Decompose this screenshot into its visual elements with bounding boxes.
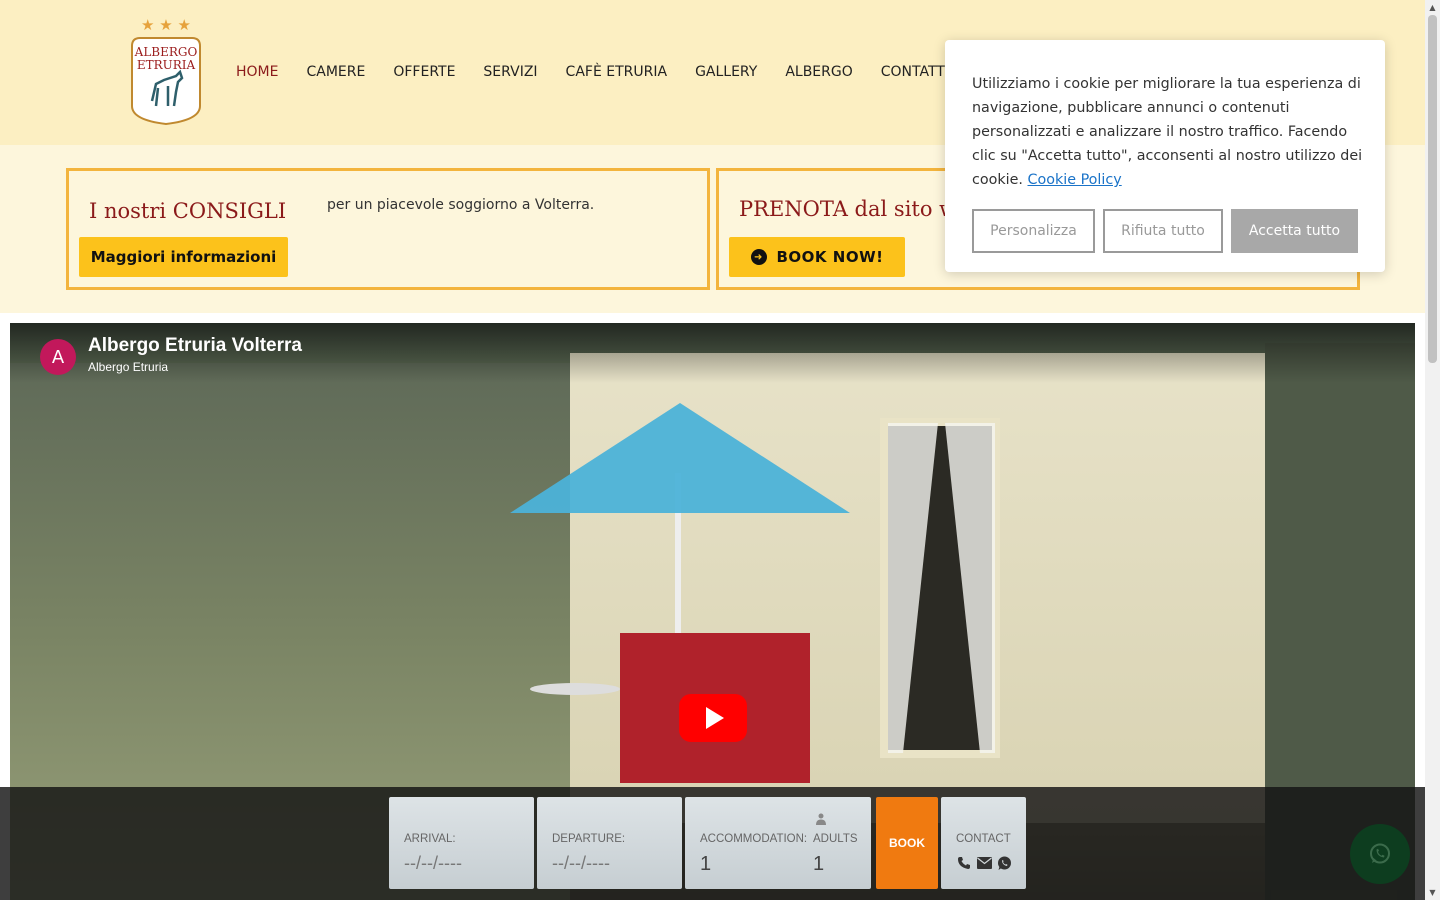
video-channel-name[interactable]: Albergo Etruria — [88, 360, 168, 374]
accommodation-value[interactable]: 1 — [700, 853, 711, 876]
main-nav: HOME CAMERE OFFERTE SERVIZI CAFÈ ETRURIA… — [236, 64, 977, 80]
cookie-accept-button[interactable]: Accetta tutto — [1231, 209, 1358, 253]
nav-camere[interactable]: CAMERE — [306, 64, 365, 80]
nav-cafe-etruria[interactable]: CAFÈ ETRURIA — [566, 64, 668, 80]
mail-icon[interactable] — [976, 855, 992, 871]
adults-value[interactable]: 1 — [813, 853, 824, 876]
person-icon — [816, 813, 826, 825]
book-label: BOOK — [889, 836, 925, 850]
nav-servizi[interactable]: SERVIZI — [483, 64, 537, 80]
logo-stars: ★ ★ ★ — [141, 16, 191, 34]
scroll-up-icon[interactable]: ▲ — [1425, 0, 1440, 15]
video-title[interactable]: Albergo Etruria Volterra — [88, 335, 302, 357]
scroll-down-icon[interactable]: ▼ — [1425, 885, 1440, 900]
scrollbar-thumb[interactable] — [1428, 15, 1437, 363]
albergo-etruria-logo[interactable]: ★ ★ ★ ALBERGO ETRURIA — [128, 16, 204, 126]
whatsapp-float-button[interactable] — [1350, 824, 1410, 884]
nav-gallery[interactable]: GALLERY — [695, 64, 757, 80]
contact-icons — [956, 855, 1012, 871]
nav-albergo[interactable]: ALBERGO — [785, 64, 852, 80]
channel-avatar[interactable]: A — [40, 339, 76, 375]
whatsapp-icon[interactable] — [996, 855, 1012, 871]
cookie-personalize-button[interactable]: Personalizza — [972, 209, 1095, 253]
nav-contatti[interactable]: CONTATTI — [881, 64, 949, 80]
arrival-label: ARRIVAL: — [404, 833, 456, 845]
cookie-reject-button[interactable]: Rifiuta tutto — [1103, 209, 1223, 253]
more-info-label: Maggiori informazioni — [90, 248, 277, 266]
book-now-button[interactable]: ➜ BOOK NOW! — [729, 237, 905, 277]
play-icon — [706, 707, 724, 729]
tips-title: I nostri CONSIGLI — [89, 199, 287, 223]
arrow-right-icon: ➜ — [750, 249, 767, 265]
departure-value: --/--/---- — [552, 853, 610, 873]
book-now-label: BOOK NOW! — [776, 248, 884, 266]
logo-line1: ALBERGO — [134, 45, 198, 59]
cookie-consent-banner: Utilizziamo i cookie per migliorare la t… — [945, 40, 1385, 272]
logo-line2: ETRURIA — [137, 58, 196, 72]
accommodation-field[interactable]: ACCOMMODATION: ADULTS 1 1 — [685, 797, 871, 889]
nav-home[interactable]: HOME — [236, 64, 278, 80]
departure-label: DEPARTURE: — [552, 833, 626, 845]
contact-label: CONTACT — [956, 833, 1011, 845]
tips-subtitle: per un piacevole soggiorno a Volterra. — [327, 197, 595, 213]
adults-label: ADULTS — [813, 833, 858, 845]
contact-field: CONTACT — [941, 797, 1026, 889]
arrival-value: --/--/---- — [404, 853, 462, 873]
accommodation-label: ACCOMMODATION: — [700, 833, 808, 845]
arrival-field[interactable]: ARRIVAL: --/--/---- — [389, 797, 534, 889]
page-scrollbar[interactable]: ▲ ▼ — [1425, 0, 1440, 900]
tips-box: I nostri CONSIGLI per un piacevole soggi… — [66, 168, 710, 290]
phone-icon[interactable] — [956, 855, 972, 871]
cookie-text-block: Utilizziamo i cookie per migliorare la t… — [972, 72, 1364, 192]
nav-offerte[interactable]: OFFERTE — [393, 64, 455, 80]
whatsapp-float-icon — [1370, 843, 1390, 864]
book-button[interactable]: BOOK — [876, 797, 938, 889]
departure-field[interactable]: DEPARTURE: --/--/---- — [537, 797, 682, 889]
cookie-policy-link[interactable]: Cookie Policy — [1028, 172, 1122, 188]
play-button[interactable] — [679, 694, 747, 742]
video-scene-table — [530, 683, 620, 695]
more-info-button[interactable]: Maggiori informazioni — [79, 237, 288, 277]
